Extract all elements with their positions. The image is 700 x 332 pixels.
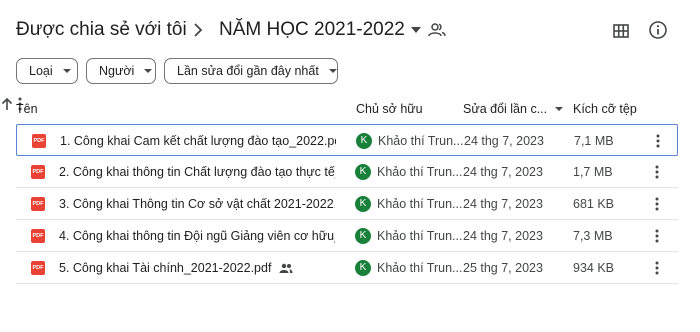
filter-modified-label: Lần sửa đổi gần đây nhất <box>177 64 319 78</box>
owner-cell: K Khảo thí Trun... <box>355 156 462 187</box>
pdf-file-icon: PDF <box>31 197 45 211</box>
file-list: PDF 1. Công khai Cam kết chất lượng đào t… <box>16 124 678 284</box>
file-size: 7,1 MB <box>574 133 614 148</box>
file-name: 3. Công khai Thông tin Cơ sở vật chất 20… <box>59 196 335 211</box>
breadcrumb-current-folder[interactable]: NĂM HỌC 2021-2022 <box>219 19 421 41</box>
more-vert-icon <box>656 134 660 147</box>
dropdown-arrow-icon <box>62 69 71 73</box>
pdf-file-icon: PDF <box>32 134 46 148</box>
owner-name: Khảo thí Trun... <box>377 228 463 243</box>
owner-cell: K Khảo thí Trun... <box>355 188 462 219</box>
column-headers: Tên Chủ sở hữu Sửa đổi lần c... Kích cỡ … <box>0 96 700 124</box>
pdf-file-icon: PDF <box>31 261 45 275</box>
owner-name: Khảo thí Trun... <box>378 133 464 148</box>
more-vert-icon <box>655 197 659 210</box>
more-vert-icon <box>655 229 659 242</box>
sort-arrow-up-icon[interactable] <box>0 96 14 112</box>
avatar: K <box>355 259 371 276</box>
file-row[interactable]: PDF 5. Công khai Tài chính_2021-2022.pdf K… <box>16 252 678 284</box>
owner-cell: K Khảo thí Trun... <box>356 125 463 156</box>
dropdown-arrow-icon <box>144 69 153 73</box>
filter-people-chip[interactable]: Người <box>86 58 156 84</box>
file-row[interactable]: PDF 3. Công khai Thông tin Cơ sở vật chất… <box>16 188 678 220</box>
row-more-actions[interactable] <box>654 252 660 283</box>
owner-cell: K Khảo thí Trun... <box>355 220 462 251</box>
file-name-cell: 5. Công khai Tài chính_2021-2022.pdf <box>59 252 293 283</box>
shared-people-icon <box>279 263 293 273</box>
row-more-actions[interactable] <box>654 156 660 187</box>
file-size: 1,7 MB <box>573 164 613 179</box>
pdf-file-icon: PDF <box>31 165 45 179</box>
filter-type-chip[interactable]: Loại <box>16 58 78 84</box>
row-more-actions[interactable] <box>654 220 660 251</box>
chevron-right-icon <box>194 23 203 37</box>
dropdown-arrow-icon <box>555 107 564 111</box>
shared-people-icon[interactable] <box>428 22 446 38</box>
more-vert-icon <box>655 165 659 178</box>
current-folder-title: NĂM HỌC 2021-2022 <box>219 19 405 40</box>
avatar: K <box>355 227 371 244</box>
dropdown-arrow-icon <box>328 69 337 73</box>
column-name-header[interactable]: Tên <box>16 102 38 116</box>
owner-name: Khảo thí Trun... <box>377 164 463 179</box>
pdf-file-icon: PDF <box>31 229 45 243</box>
column-modified-label: Sửa đổi lần c... <box>463 102 548 116</box>
avatar: K <box>356 132 372 149</box>
file-size: 681 KB <box>573 196 615 211</box>
header: Được chia sẻ với tôi NĂM HỌC 2021-2022 <box>0 0 700 60</box>
column-size-header[interactable]: Kích cỡ tệp <box>573 102 637 116</box>
modified-date: 24 thg 7, 2023 <box>463 228 543 243</box>
file-name: 2. Công khai thông tin Chất lượng đào tạ… <box>59 164 335 179</box>
column-owner-header[interactable]: Chủ sở hữu <box>356 102 423 116</box>
filter-modified-chip[interactable]: Lần sửa đổi gần đây nhất <box>164 58 338 84</box>
modified-date: 24 thg 7, 2023 <box>464 133 544 148</box>
file-size: 7,3 MB <box>573 228 613 243</box>
file-row[interactable]: PDF 2. Công khai thông tin Chất lượng đào… <box>16 156 678 188</box>
file-name: 1. Công khai Cam kết chất lượng đào tạo_… <box>60 133 336 148</box>
file-name-cell: 4. Công khai thông tin Đội ngũ Giảng viê… <box>59 220 335 251</box>
row-more-actions[interactable] <box>654 188 660 219</box>
column-modified-header[interactable]: Sửa đổi lần c... <box>463 102 564 116</box>
file-size: 934 KB <box>573 260 615 275</box>
filter-bar: Loại Người Lần sửa đổi gần đây nhất <box>16 58 338 84</box>
filter-type-label: Loại <box>29 64 53 78</box>
more-vert-icon <box>655 261 659 274</box>
owner-name: Khảo thí Trun... <box>377 260 463 275</box>
file-row[interactable]: PDF 4. Công khai thông tin Đội ngũ Giảng … <box>16 220 678 252</box>
file-name-cell: 1. Công khai Cam kết chất lượng đào tạo_… <box>60 125 336 156</box>
modified-date: 24 thg 7, 2023 <box>463 196 543 211</box>
modified-date: 24 thg 7, 2023 <box>463 164 543 179</box>
owner-name: Khảo thí Trun... <box>377 196 463 211</box>
modified-date: 25 thg 7, 2023 <box>463 260 543 275</box>
file-name: 5. Công khai Tài chính_2021-2022.pdf <box>59 260 272 275</box>
file-name: 4. Công khai thông tin Đội ngũ Giảng viê… <box>59 228 335 243</box>
file-name-cell: 2. Công khai thông tin Chất lượng đào tạ… <box>59 156 335 187</box>
filter-people-label: Người <box>99 64 135 78</box>
avatar: K <box>355 163 371 180</box>
info-icon[interactable] <box>648 20 668 40</box>
breadcrumb-shared-with-me[interactable]: Được chia sẻ với tôi <box>16 19 187 41</box>
grid-view-icon[interactable] <box>612 22 630 40</box>
avatar: K <box>355 195 371 212</box>
row-more-actions[interactable] <box>655 125 661 156</box>
caret-down-icon <box>410 27 421 33</box>
file-row[interactable]: PDF 1. Công khai Cam kết chất lượng đào t… <box>16 124 678 156</box>
owner-cell: K Khảo thí Trun... <box>355 252 462 283</box>
file-name-cell: 3. Công khai Thông tin Cơ sở vật chất 20… <box>59 188 335 219</box>
